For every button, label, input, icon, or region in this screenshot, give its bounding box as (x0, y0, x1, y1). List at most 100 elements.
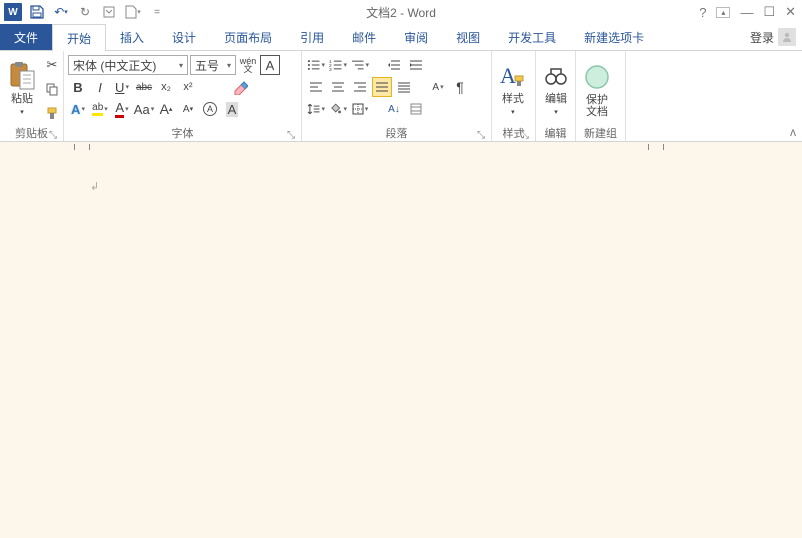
tab-view[interactable]: 视图 (442, 24, 494, 50)
group-font: 宋体 (中文正文)▾ 五号▾ wén文 A B I U▾ abc x₂ x² A… (64, 51, 302, 141)
group-label: 字体 (172, 128, 194, 140)
superscript-icon[interactable]: x² (178, 77, 198, 97)
align-distribute-icon[interactable] (394, 77, 414, 97)
close-icon[interactable]: ✕ (785, 4, 796, 20)
cut-icon[interactable]: ✂ (42, 55, 62, 75)
protect-document-button[interactable]: 保护 文档 (580, 53, 614, 125)
text-effects-icon[interactable]: A▾ (68, 99, 88, 119)
group-label: 剪贴板 (15, 128, 48, 140)
protect-icon (584, 60, 610, 94)
sort-icon[interactable]: A↓ (384, 99, 404, 119)
font-size-select[interactable]: 五号▾ (190, 55, 236, 75)
ribbon-tabs: 文件 开始 插入 设计 页面布局 引用 邮件 审阅 视图 开发工具 新建选项卡 … (0, 24, 802, 50)
grow-font-icon[interactable]: A▴ (156, 99, 176, 119)
align-left-icon[interactable] (306, 77, 326, 97)
numbering-icon[interactable]: 123▾ (328, 55, 348, 75)
copy-icon[interactable] (42, 79, 62, 99)
tab-developer[interactable]: 开发工具 (494, 24, 570, 50)
dialog-launcher-icon[interactable]: ⤡ (287, 130, 295, 141)
group-clipboard: 粘贴▾ ✂ 剪贴板⤡ (0, 51, 64, 141)
user-avatar-icon (778, 28, 796, 46)
paste-icon (8, 59, 36, 93)
ruler-right-margin (648, 144, 664, 150)
strikethrough-icon[interactable]: abc (134, 77, 154, 97)
tab-review[interactable]: 审阅 (390, 24, 442, 50)
clear-format-icon[interactable] (230, 77, 250, 97)
ruler-left-margin (74, 144, 90, 150)
change-case-icon[interactable]: Aa▾ (134, 99, 154, 119)
group-new: 保护 文档 新建组 (576, 51, 626, 141)
dialog-launcher-icon[interactable]: ⤡ (49, 130, 57, 141)
italic-icon[interactable]: I (90, 77, 110, 97)
group-styles: A 样式▾ 样式⤡ (492, 51, 536, 141)
bullets-icon[interactable]: ▾ (306, 55, 326, 75)
show-marks-icon[interactable]: ¶ (450, 77, 470, 97)
enclosed-char-icon[interactable]: A (200, 99, 220, 119)
svg-text:3: 3 (329, 67, 332, 71)
borders-icon[interactable]: ▾ (350, 99, 370, 119)
tab-new[interactable]: 新建选项卡 (570, 24, 658, 50)
window-title: 文档2 - Word (366, 4, 436, 21)
group-paragraph: ▾ 123▾ ▾ A▾ ¶ ▾ ▾ ▾ (302, 51, 492, 141)
sign-in[interactable]: 登录 (750, 24, 796, 50)
phonetic-guide-icon[interactable]: wén文 (238, 55, 258, 75)
tab-layout[interactable]: 页面布局 (210, 24, 286, 50)
qat-customize-icon[interactable]: = (148, 3, 166, 21)
align-justify-icon[interactable] (372, 77, 392, 97)
word-app-icon: W (4, 3, 22, 21)
ribbon: 粘贴▾ ✂ 剪贴板⤡ 宋体 (中文正文)▾ 五号▾ wén文 A B I U▾ … (0, 50, 802, 142)
tab-references[interactable]: 引用 (286, 24, 338, 50)
group-label: 新建组 (580, 125, 621, 141)
tab-design[interactable]: 设计 (158, 24, 210, 50)
shading-icon[interactable]: ▾ (328, 99, 348, 119)
document-area[interactable]: ↲ (0, 142, 802, 538)
save-icon[interactable] (28, 3, 46, 21)
group-editing: 编辑▾ 编辑 (536, 51, 576, 141)
dialog-launcher-icon[interactable]: ⤡ (521, 130, 529, 141)
font-color-icon[interactable]: A▾ (112, 99, 132, 119)
maximize-icon[interactable]: ☐ (763, 4, 775, 20)
title-bar: W ↶▾ ↻ ▾ = 文档2 - Word ? ▴ — ☐ ✕ (0, 0, 802, 24)
paste-button[interactable]: 粘贴▾ (4, 53, 40, 125)
binoculars-icon (544, 59, 568, 93)
align-center-icon[interactable] (328, 77, 348, 97)
align-right-icon[interactable] (350, 77, 370, 97)
paragraph-mark-icon: ↲ (90, 180, 99, 193)
dialog-launcher-icon[interactable]: ⤡ (477, 130, 485, 141)
highlight-icon[interactable]: ab▾ (90, 99, 110, 119)
underline-icon[interactable]: U▾ (112, 77, 132, 97)
sign-in-label: 登录 (750, 29, 774, 46)
tab-mailings[interactable]: 邮件 (338, 24, 390, 50)
snap-to-grid-icon[interactable] (406, 99, 426, 119)
bold-icon[interactable]: B (68, 77, 88, 97)
multilevel-list-icon[interactable]: ▾ (350, 55, 370, 75)
tab-file[interactable]: 文件 (0, 24, 52, 50)
group-label: 段落 (386, 128, 408, 140)
quick-access-toolbar: W ↶▾ ↻ ▾ = (0, 3, 166, 21)
collapse-ribbon-icon[interactable]: ᴧ (790, 125, 796, 139)
find-button[interactable]: 编辑▾ (540, 53, 572, 125)
ribbon-display-icon[interactable]: ▴ (716, 7, 730, 18)
styles-icon: A (500, 59, 526, 93)
font-name-select[interactable]: 宋体 (中文正文)▾ (68, 55, 188, 75)
undo-icon[interactable]: ↶▾ (52, 3, 70, 21)
format-painter-icon[interactable] (42, 103, 62, 123)
new-doc-icon[interactable]: ▾ (124, 3, 142, 21)
window-controls: ? ▴ — ☐ ✕ (699, 4, 796, 20)
char-shading-icon[interactable]: A (222, 99, 242, 119)
repeat-icon[interactable] (100, 3, 118, 21)
subscript-icon[interactable]: x₂ (156, 77, 176, 97)
char-border-icon[interactable]: A (260, 55, 280, 75)
styles-button[interactable]: A 样式▾ (496, 53, 530, 125)
text-direction-icon[interactable]: A▾ (428, 77, 448, 97)
group-label: 编辑 (540, 125, 571, 141)
help-icon[interactable]: ? (699, 5, 706, 20)
decrease-indent-icon[interactable] (384, 55, 404, 75)
minimize-icon[interactable]: — (740, 5, 753, 20)
line-spacing-icon[interactable]: ▾ (306, 99, 326, 119)
shrink-font-icon[interactable]: A▾ (178, 99, 198, 119)
tab-home[interactable]: 开始 (52, 24, 106, 51)
redo-icon[interactable]: ↻ (76, 3, 94, 21)
increase-indent-icon[interactable] (406, 55, 426, 75)
tab-insert[interactable]: 插入 (106, 24, 158, 50)
